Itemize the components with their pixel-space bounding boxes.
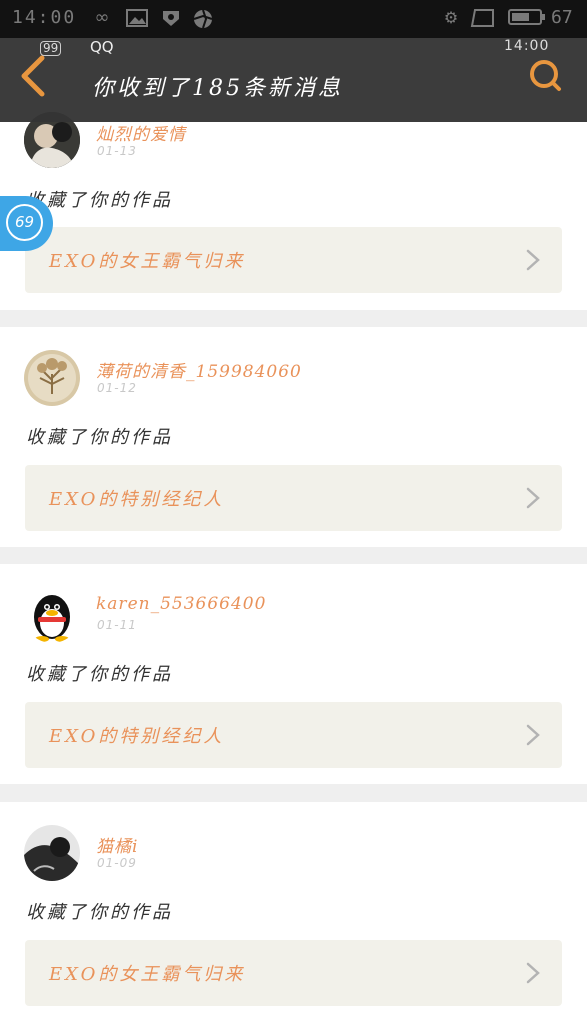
avatar[interactable] [24, 587, 80, 643]
chevron-left-icon[interactable] [14, 54, 54, 98]
action-text: 收藏了你的作品 [26, 902, 173, 923]
app-header: 99 QQ 14:00 你收到了185条新消息 [0, 38, 587, 122]
infinity-icon: ∞ [94, 7, 110, 28]
chevron-right-icon [526, 724, 540, 746]
notification-date: 01-11 [97, 618, 137, 632]
work-link[interactable]: EXO的特别经纪人 [25, 702, 562, 768]
work-title: EXO的女王霸气归来 [49, 251, 246, 272]
avatar[interactable] [24, 825, 80, 881]
notification-date: 01-12 [97, 381, 137, 395]
username[interactable]: karen_553666400 [96, 594, 266, 614]
chevron-right-icon [526, 487, 540, 509]
header-time: 14:00 [504, 38, 550, 54]
page-title: 你收到了185条新消息 [92, 76, 343, 101]
notification-date: 01-13 [97, 144, 137, 158]
avatar[interactable] [24, 350, 80, 406]
notification-card: 猫橘i 01-09 收藏了你的作品 EXO的女王霸气归来 [0, 802, 587, 1024]
username[interactable]: 灿烈的爱情 [96, 120, 186, 145]
aperture-icon [192, 9, 214, 29]
notification-card: 薄荷的清香_159984060 01-12 收藏了你的作品 EXO的特别经纪人 [0, 327, 587, 547]
gear-icon: ⚙ [443, 8, 459, 27]
work-link[interactable]: EXO的女王霸气归来 [25, 227, 562, 293]
status-time: 14:00 [12, 7, 77, 28]
battery-level: 67 [551, 7, 573, 28]
work-title: EXO的特别经纪人 [49, 726, 225, 747]
notification-card: karen_553666400 01-11 收藏了你的作品 EXO的特别经纪人 [0, 564, 587, 784]
app-name: QQ [90, 38, 114, 56]
work-link[interactable]: EXO的特别经纪人 [25, 465, 562, 531]
floating-badge-count: 69 [6, 204, 43, 241]
notification-date: 01-09 [97, 856, 137, 870]
shield-icon [160, 9, 182, 27]
work-title: EXO的特别经纪人 [49, 489, 225, 510]
chevron-right-icon [526, 249, 540, 271]
work-title: EXO的女王霸气归来 [49, 964, 246, 985]
status-bar: 14:00 ∞ ⚙ 67 [0, 0, 587, 38]
cast-icon [470, 9, 494, 27]
battery-icon [508, 9, 545, 25]
battery-fill [512, 13, 530, 21]
username[interactable]: 薄荷的清香_159984060 [96, 357, 302, 382]
image-icon [126, 9, 148, 27]
chevron-right-icon [526, 962, 540, 984]
search-icon[interactable] [528, 58, 562, 92]
username[interactable]: 猫橘i [96, 832, 138, 857]
notification-card: 灿烈的爱情 01-13 收藏了你的作品 EXO的女王霸气归来 [0, 100, 587, 310]
action-text: 收藏了你的作品 [26, 664, 173, 685]
floating-message-badge[interactable]: 69 [0, 196, 53, 251]
work-link[interactable]: EXO的女王霸气归来 [25, 940, 562, 1006]
notification-count-badge: 99 [40, 41, 62, 56]
action-text: 收藏了你的作品 [26, 427, 173, 448]
